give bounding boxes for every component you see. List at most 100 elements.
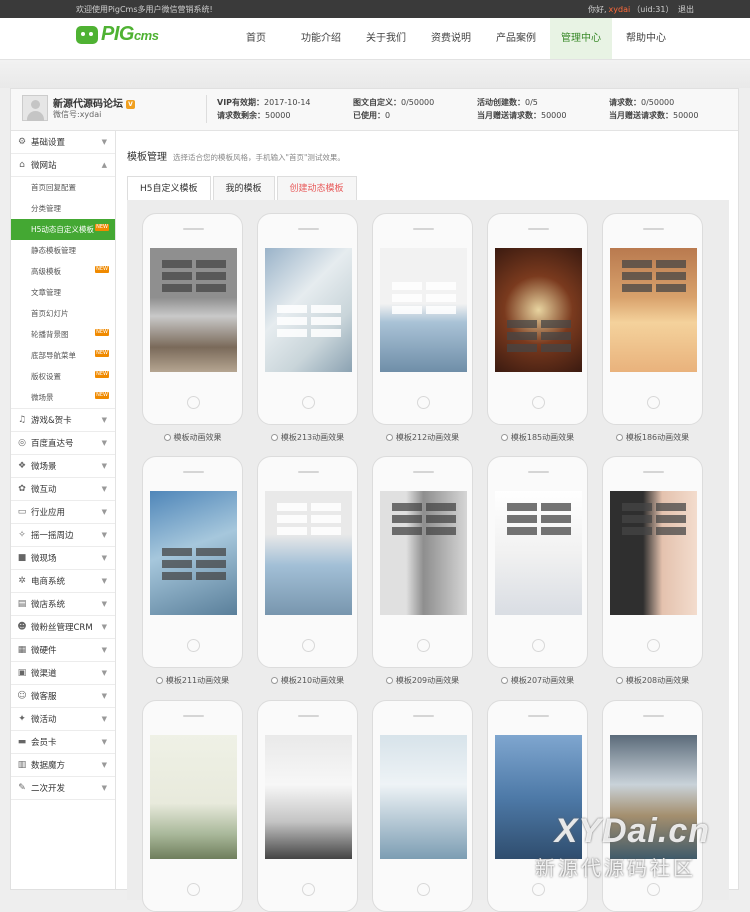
menu-item[interactable]: ♫ 游戏&贺卡 ▼ [11,409,115,432]
nav-cases[interactable]: 产品案例 [485,18,547,59]
menu-label: 微店系统 [31,600,66,610]
menu-item[interactable]: ◎ 百度直达号 ▼ [11,432,115,455]
submenu-item[interactable]: 高级模板 NEW [11,261,115,282]
template-label[interactable]: 模板210动画效果 [257,675,358,686]
nav-about[interactable]: 关于我们 [355,18,417,59]
nav-help[interactable]: 帮助中心 [615,18,677,59]
menu-item[interactable]: ▭ 行业应用 ▼ [11,501,115,524]
menu-item[interactable]: ▣ 微渠道 ▼ [11,662,115,685]
nav-pricing[interactable]: 资费说明 [420,18,482,59]
tab-h5-template[interactable]: H5自定义模板 [127,176,211,200]
menu-item[interactable]: ✿ 微互动 ▼ [11,478,115,501]
radio-button[interactable] [615,677,623,684]
submenu-label: 高级模板 [31,267,61,276]
pig-logo-icon [76,25,98,44]
submenu-item[interactable]: 底部导航菜单 NEW [11,345,115,366]
radio-button[interactable] [270,677,278,684]
menu-item[interactable]: ▥ 数据魔方 ▼ [11,754,115,777]
menu-button-preview [392,294,422,302]
template-label[interactable]: 模板211动画效果 [142,675,243,686]
menu-item[interactable]: ✲ 电商系统 ▼ [11,570,115,593]
template-label[interactable]: 模板动画效果 [142,432,243,443]
sidebar: ⚙ 基础设置 ▼ ⌂ 微网站 ▲ 首页回复配置 分类管理 H5动态自定义模板 NEW 静态模板管理高… [11,131,116,889]
menu-item[interactable]: ✎ 二次开发 ▼ [11,777,115,800]
template-label[interactable]: 模板207动画效果 [487,675,588,686]
radio-button[interactable] [500,677,508,684]
chevron-down-icon: ▼ [101,669,107,677]
submenu-item[interactable]: 轮播背景图 NEW [11,324,115,345]
template-screen [150,248,237,372]
submenu-item[interactable]: 首页回复配置 [11,177,115,198]
nav-admin[interactable]: 管理中心 [550,18,612,59]
radio-button[interactable] [163,434,171,441]
username-link[interactable]: xydai [609,5,631,14]
menu-item[interactable]: ▤ 微店系统 ▼ [11,593,115,616]
submenu-item[interactable]: 文章管理 [11,282,115,303]
submenu-label: 文章管理 [31,288,61,297]
main-nav: 首页 功能介绍 关于我们 资费说明 产品案例 管理中心 帮助中心 [225,18,680,59]
phone-preview [372,456,473,668]
phone-speaker [643,715,664,717]
menu-button-preview [277,515,307,523]
nav-home[interactable]: 首页 [225,18,287,59]
tab-my-template[interactable]: 我的模板 [212,176,275,200]
template-label[interactable]: 模板212动画效果 [372,432,473,443]
template-screen [380,248,467,372]
chevron-down-icon: ▼ [101,738,107,746]
submenu-item[interactable]: 分类管理 [11,198,115,219]
phone-home-button [302,396,315,409]
radio-button[interactable] [615,434,623,441]
menu-button-preview [622,260,652,268]
menu-button-preview [426,503,456,511]
menu-item[interactable]: ☺ 微客服 ▼ [11,685,115,708]
menu-button-preview [196,284,226,292]
menu-icon: ☺ [17,691,27,701]
submenu-item[interactable]: H5动态自定义模板 NEW [11,219,115,240]
menu-item[interactable]: ▬ 会员卡 ▼ [11,731,115,754]
menu-label: 微网站 [31,161,57,171]
menu-label: 数据魔方 [31,761,66,771]
radio-button[interactable] [155,677,163,684]
menu-item-weisite[interactable]: ⌂ 微网站 ▲ [11,154,115,177]
menu-label: 行业应用 [31,508,66,518]
tab-create-template[interactable]: 创建动态模板 [276,176,357,200]
menu-label: 摇一摇周边 [31,531,74,541]
menu-button-preview [311,503,341,511]
menu-item[interactable]: ☻ 微粉丝管理CRM ▼ [11,616,115,639]
logo[interactable]: PIGcms [76,23,159,46]
radio-button[interactable] [500,434,508,441]
radio-button[interactable] [385,677,393,684]
phone-preview [257,456,358,668]
template-label[interactable]: 模板208动画效果 [602,675,703,686]
menu-item[interactable]: ▦ 微硬件 ▼ [11,639,115,662]
logout-link[interactable]: 退出 [678,5,694,14]
submenu-label: 版权设置 [31,372,61,381]
template-label[interactable]: 模板209动画效果 [372,675,473,686]
template-screen [265,248,352,372]
site-name: 新源代源码论坛 V [53,95,135,110]
submenu-item[interactable]: 版权设置 NEW [11,366,115,387]
template-label[interactable]: 模板213动画效果 [257,432,358,443]
nav-features[interactable]: 功能介绍 [290,18,352,59]
wechat-id: 微信号:xydai [53,110,102,119]
radio-button[interactable] [385,434,393,441]
template-screen [610,491,697,615]
menu-item[interactable]: ⚙ 基础设置 ▼ [11,131,115,154]
phone-home-button [187,396,200,409]
menu-button-preview [311,515,341,523]
template-screen [150,491,237,615]
menu-item[interactable]: ✦ 微活动 ▼ [11,708,115,731]
template-label[interactable]: 模板185动画效果 [487,432,588,443]
menu-item[interactable]: ✧ 摇一摇周边 ▼ [11,524,115,547]
new-badge: NEW [95,392,109,399]
submenu-item[interactable]: 首页幻灯片 [11,303,115,324]
menu-item[interactable]: ❖ 微场景 ▼ [11,455,115,478]
menu-item[interactable]: ■ 微现场 ▼ [11,547,115,570]
radio-button[interactable] [270,434,278,441]
template-label[interactable]: 模板186动画效果 [602,432,703,443]
submenu-item[interactable]: 微场景 NEW [11,387,115,408]
template-screen [265,735,352,859]
submenu-item[interactable]: 静态模板管理 [11,240,115,261]
chevron-down-icon: ▼ [101,623,107,631]
menu-button-preview [426,515,456,523]
